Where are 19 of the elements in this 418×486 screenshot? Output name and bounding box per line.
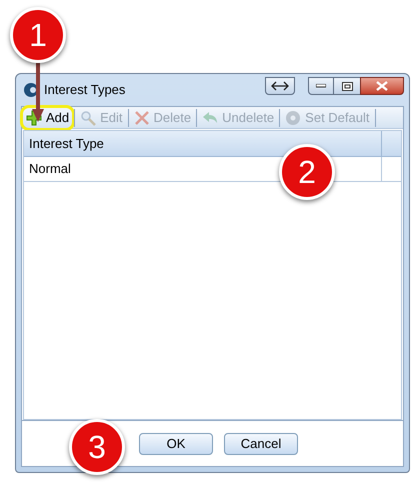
close-icon <box>376 81 388 91</box>
close-button[interactable] <box>360 77 404 95</box>
x-icon <box>134 110 150 126</box>
dialog-button[interactable]: OK <box>139 432 213 454</box>
app-icon <box>23 82 39 98</box>
callout-badge: 1 <box>10 7 66 63</box>
dialog-button[interactable]: Cancel <box>224 432 298 454</box>
maximize-button[interactable] <box>334 77 360 95</box>
minimize-button[interactable] <box>308 77 334 95</box>
disc-icon <box>285 110 302 126</box>
resize-icon <box>271 81 289 91</box>
resize-button[interactable] <box>265 77 295 95</box>
back-arrow-icon <box>202 110 218 126</box>
minimize-icon <box>316 84 326 88</box>
toolbar-button[interactable]: Add <box>23 108 72 128</box>
maximize-icon <box>342 82 352 90</box>
table-cell[interactable]: Normal <box>29 159 71 179</box>
window-title: Interest Types <box>44 81 126 100</box>
magnifier-icon <box>80 110 96 126</box>
